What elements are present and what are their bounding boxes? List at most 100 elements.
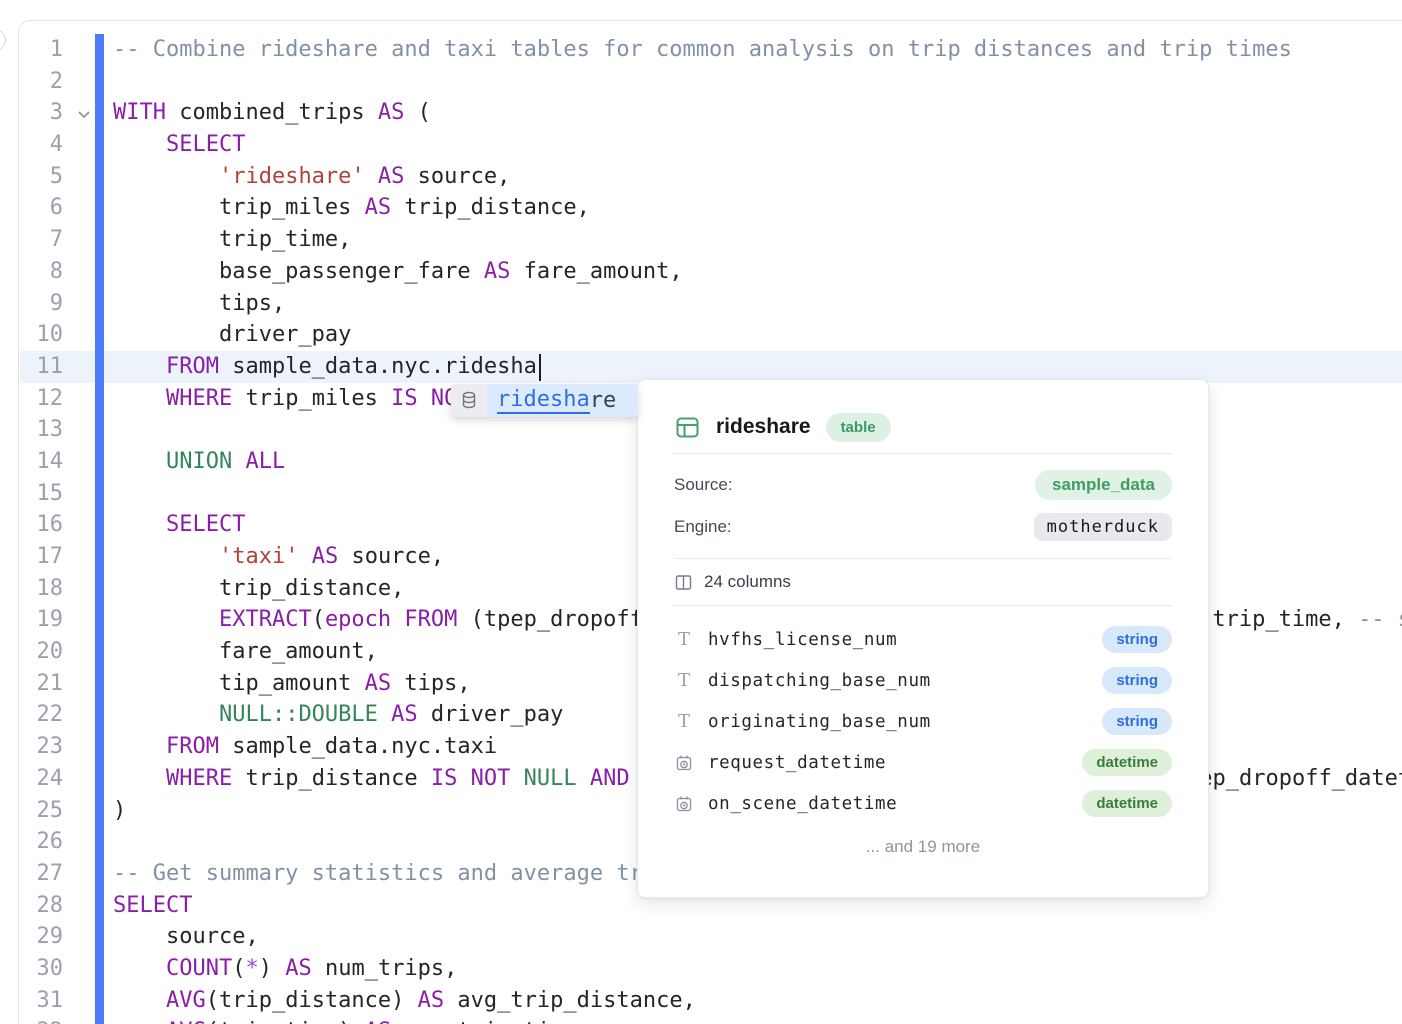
code-line-6[interactable]: trip_miles AS trip_distance, (113, 192, 1402, 224)
code-line-11[interactable]: FROM sample_data.nyc.ridesha (113, 351, 1402, 383)
calendar-clock-icon (675, 754, 693, 772)
line-number[interactable]: 26 (19, 826, 63, 858)
line-number[interactable]: 4 (19, 129, 63, 161)
token: AS (378, 100, 405, 125)
token: SELECT (166, 132, 245, 157)
code-line-5[interactable]: 'rideshare' AS source, (113, 161, 1402, 193)
code-line-29[interactable]: source, (113, 921, 1402, 953)
line-number[interactable]: 6 (19, 192, 63, 224)
token: SELECT (166, 512, 245, 537)
code-line-3[interactable]: WITH combined_trips AS ( (113, 97, 1402, 129)
line-number[interactable]: 24 (19, 763, 63, 795)
line-number[interactable]: 9 (19, 288, 63, 320)
line-number[interactable]: 8 (19, 256, 63, 288)
token (457, 766, 470, 791)
meta-label: Source: (674, 475, 733, 495)
token: num_trips, (312, 956, 458, 981)
column-type-badge: datetime (1082, 790, 1172, 817)
line-number[interactable]: 2 (19, 66, 63, 98)
token (113, 734, 166, 759)
token: trip_distance (232, 766, 431, 791)
token: trip_miles (232, 386, 391, 411)
line-number[interactable]: 27 (19, 858, 63, 890)
token: AS (365, 671, 392, 696)
token: AVG (166, 1019, 206, 1024)
token: trip_time, (1199, 607, 1358, 632)
column-name: hvfhs_license_num (708, 630, 1102, 650)
token: fare_amount, (510, 259, 682, 284)
token: trip_time, (113, 227, 351, 252)
line-number[interactable]: 19 (19, 604, 63, 636)
line-number[interactable]: 20 (19, 636, 63, 668)
fold-chevron-icon[interactable] (77, 106, 91, 124)
code-line-2[interactable] (113, 66, 1402, 98)
line-number[interactable]: 25 (19, 795, 63, 827)
code-line-9[interactable]: tips, (113, 288, 1402, 320)
line-number[interactable]: 31 (19, 985, 63, 1017)
token (113, 544, 219, 569)
column-type-badge: datetime (1082, 749, 1172, 776)
token: WHERE (166, 766, 232, 791)
meta-value-badge: motherduck (1034, 513, 1172, 541)
token: AS (312, 544, 339, 569)
token (113, 766, 166, 791)
token: (trip_time) (206, 1019, 365, 1024)
line-number[interactable]: 7 (19, 224, 63, 256)
token: tips, (113, 291, 285, 316)
line-number[interactable]: 30 (19, 953, 63, 985)
token: ) (259, 956, 286, 981)
line-number[interactable]: 10 (19, 319, 63, 351)
line-number[interactable]: 11 (19, 351, 63, 383)
token: * (245, 956, 258, 981)
line-number[interactable]: 12 (19, 383, 63, 415)
more-columns-label: ... and 19 more (674, 826, 1172, 868)
line-number[interactable]: 17 (19, 541, 63, 573)
app-window: 1234567891011121314151617181920212223242… (0, 0, 1402, 1024)
code-line-8[interactable]: base_passenger_fare AS fare_amount, (113, 256, 1402, 288)
code-line-7[interactable]: trip_time, (113, 224, 1402, 256)
token: IS (431, 766, 458, 791)
line-number[interactable]: 29 (19, 921, 63, 953)
line-number[interactable]: 14 (19, 446, 63, 478)
code-line-30[interactable]: COUNT(*) AS num_trips, (113, 953, 1402, 985)
line-number[interactable]: 16 (19, 509, 63, 541)
autocomplete-item-rideshare[interactable]: rideshare (451, 384, 638, 417)
line-number[interactable]: 1 (19, 34, 63, 66)
code-line-31[interactable]: AVG(trip_distance) AS avg_trip_distance, (113, 985, 1402, 1017)
column-row: Toriginating_base_numstring (674, 701, 1172, 742)
line-number[interactable]: 18 (19, 573, 63, 605)
line-number[interactable]: 3 (19, 97, 63, 129)
code-line-10[interactable]: driver_pay (113, 319, 1402, 351)
token: sample_data.nyc.taxi (219, 734, 497, 759)
token (113, 607, 219, 632)
line-number[interactable]: 28 (19, 890, 63, 922)
token: ( (232, 956, 245, 981)
token: COUNT (166, 956, 232, 981)
line-number[interactable]: 13 (19, 414, 63, 446)
line-number[interactable]: 32 (19, 1016, 63, 1024)
line-number[interactable]: 15 (19, 478, 63, 510)
token: 'taxi' (219, 544, 298, 569)
token (113, 449, 166, 474)
token: tips, (391, 671, 470, 696)
sql-editor: 1234567891011121314151617181920212223242… (18, 20, 1402, 1024)
columns-list: Thvfhs_license_numstringTdispatching_bas… (674, 606, 1172, 824)
column-row: on_scene_datetimedatetime (674, 783, 1172, 824)
token: (trip_distance) (206, 988, 418, 1013)
code-line-32[interactable]: AVG(trip_time) AS avg_trip_time, (113, 1016, 1402, 1024)
token: fare_amount, (113, 639, 378, 664)
panel-edge-button[interactable] (0, 29, 6, 51)
code-line-1[interactable]: -- Combine rideshare and taxi tables for… (113, 34, 1402, 66)
meta-row-engine: Engine:motherduck (674, 506, 1172, 548)
line-number[interactable]: 23 (19, 731, 63, 763)
token: driver_pay (418, 702, 564, 727)
popup-meta: Source:sample_dataEngine:motherduck (674, 454, 1172, 558)
token: AS (418, 988, 445, 1013)
token: AS (365, 1019, 392, 1024)
token (113, 988, 166, 1013)
code-line-4[interactable]: SELECT (113, 129, 1402, 161)
line-number[interactable]: 5 (19, 161, 63, 193)
line-number[interactable]: 21 (19, 668, 63, 700)
popup-title: rideshare (716, 415, 811, 439)
line-number[interactable]: 22 (19, 699, 63, 731)
